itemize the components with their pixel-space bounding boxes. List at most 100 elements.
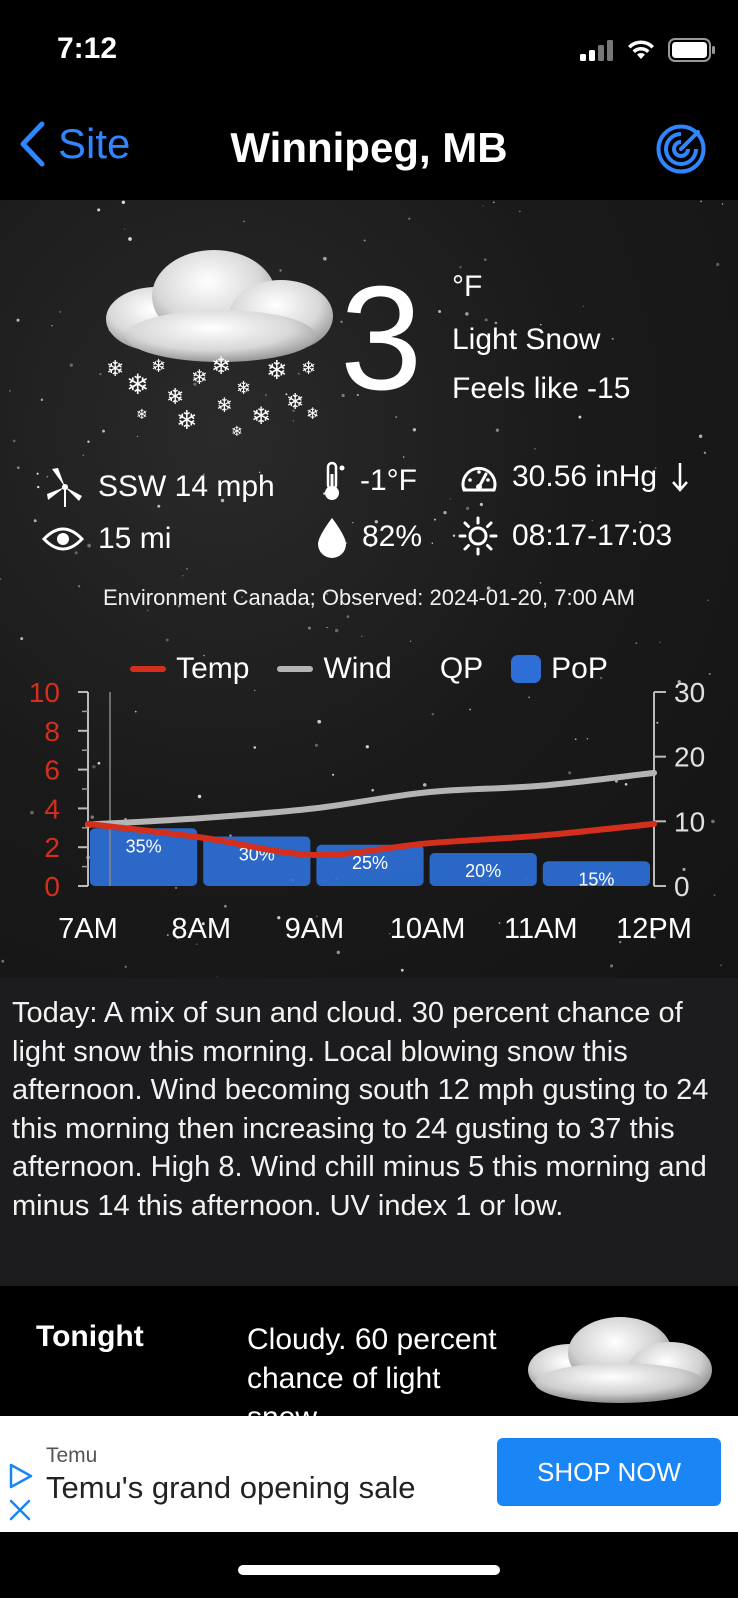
star <box>698 434 703 438</box>
svg-text:❄: ❄ <box>301 358 316 379</box>
left-tick-label: 0 <box>44 871 60 902</box>
svg-text:❄: ❄ <box>126 368 149 401</box>
ad-choices-icon[interactable] <box>8 1462 34 1490</box>
battery-icon <box>668 38 715 62</box>
star <box>20 637 24 641</box>
star <box>334 628 339 633</box>
x-tick-label: 12PM <box>616 913 692 945</box>
wifi-icon <box>628 40 654 59</box>
star <box>82 454 84 457</box>
star <box>635 642 638 645</box>
star <box>409 640 412 642</box>
dew-point-stat: -1°F <box>320 460 417 502</box>
star <box>482 205 484 207</box>
star <box>36 485 40 489</box>
left-tick-label: 2 <box>44 832 60 863</box>
page-title: Winnipeg, MB <box>230 124 508 171</box>
star <box>484 318 488 322</box>
visibility-stat: 15 mi <box>42 522 171 556</box>
tonight-forecast-text: Cloudy. 60 percent chance of light snow <box>247 1323 497 1416</box>
svg-text:❄: ❄ <box>191 365 208 389</box>
radar-button[interactable] <box>656 124 706 179</box>
star <box>186 568 188 570</box>
x-tick-label: 10AM <box>390 913 466 945</box>
star <box>51 324 53 327</box>
svg-text:❄: ❄ <box>211 352 231 380</box>
pop-bar-group: 30% <box>203 836 311 886</box>
pop-label: 35% <box>126 836 162 856</box>
left-tick-label: 10 <box>29 680 60 708</box>
condition-text: Light Snow <box>452 323 601 356</box>
star <box>534 448 536 450</box>
right-tick-label: 0 <box>674 871 690 902</box>
visibility-value: 15 mi <box>98 522 172 555</box>
star <box>716 262 720 267</box>
star <box>165 638 169 642</box>
pop-label: 15% <box>578 869 614 889</box>
x-tick-label: 7AM <box>58 913 118 945</box>
star <box>346 615 350 619</box>
left-tick-label: 4 <box>44 793 60 824</box>
star <box>40 398 44 402</box>
star <box>483 258 487 261</box>
left-tick-label: 8 <box>44 716 60 747</box>
star <box>479 502 483 507</box>
star <box>59 311 62 313</box>
star <box>363 239 366 242</box>
ad-headline[interactable]: Temu's grand opening sale <box>46 1470 416 1506</box>
svg-text:❄: ❄ <box>266 356 288 386</box>
light-snow-icon: ❄ ❄ ❄ ❄ ❄ ❄ ❄ ❄ ❄ ❄ ❄ ❄ ❄ ❄ ❄ ❄ <box>106 250 333 440</box>
observation-source: Environment Canada; Observed: 2024-01-20… <box>103 585 635 610</box>
right-tick-label: 10 <box>674 806 705 837</box>
svg-text:❄: ❄ <box>136 407 148 423</box>
star <box>611 337 614 340</box>
star <box>449 498 452 500</box>
svg-text:❄: ❄ <box>216 393 233 417</box>
arrow-down-icon <box>672 463 689 492</box>
feels-like-text: Feels like -15 <box>452 372 631 405</box>
right-tick-label: 20 <box>674 742 705 773</box>
star <box>182 575 184 577</box>
star <box>431 542 434 544</box>
star <box>659 641 661 643</box>
home-indicator <box>238 1565 500 1575</box>
svg-text:❄: ❄ <box>176 406 198 436</box>
star <box>582 305 585 308</box>
star <box>438 310 442 313</box>
today-forecast-text: Today: A mix of sun and cloud. 30 percen… <box>12 997 709 1222</box>
ad-close-icon[interactable] <box>8 1498 32 1522</box>
svg-text:❄: ❄ <box>151 356 166 377</box>
star <box>443 511 447 515</box>
star <box>12 439 16 443</box>
humidity-stat: 82% <box>316 516 422 558</box>
shop-now-button[interactable]: SHOP NOW <box>497 1438 721 1506</box>
pressure-stat: 30.56 inHg <box>460 460 689 494</box>
svg-text:❄: ❄ <box>231 424 243 440</box>
star <box>87 440 90 443</box>
star <box>326 626 328 629</box>
star <box>307 626 311 630</box>
wind-line <box>85 769 657 828</box>
temperature-unit: °F <box>452 270 483 303</box>
temp-swatch <box>130 666 167 672</box>
star <box>434 518 436 521</box>
dew-point-value: -1°F <box>360 464 417 497</box>
wind-turbine-icon <box>47 468 82 507</box>
wind-value: SSW 14 mph <box>98 470 275 503</box>
pop-bar-group: 20% <box>429 853 537 886</box>
current-temperature: 3 <box>340 256 422 421</box>
gauge-icon <box>461 467 497 492</box>
svg-text:❄: ❄ <box>106 357 124 382</box>
star <box>16 318 20 322</box>
pop-bar-group: 15% <box>542 861 650 889</box>
star <box>128 237 132 241</box>
left-tick-label: 6 <box>44 755 60 786</box>
humidity-value: 82% <box>362 520 423 553</box>
wind-stat: SSW 14 mph <box>46 466 275 508</box>
pop-label: 25% <box>352 853 388 873</box>
hourly-chart: 35% 30% 25% 20% 15% 0 2 4 6 8 10 0 10 20 30 7AM 8AM 9AM 10… <box>29 680 705 945</box>
svg-text:❄: ❄ <box>236 378 251 399</box>
star <box>459 266 462 269</box>
sunrise-sunset-stat: 08:17-17:03 <box>458 516 672 556</box>
star <box>412 428 417 432</box>
